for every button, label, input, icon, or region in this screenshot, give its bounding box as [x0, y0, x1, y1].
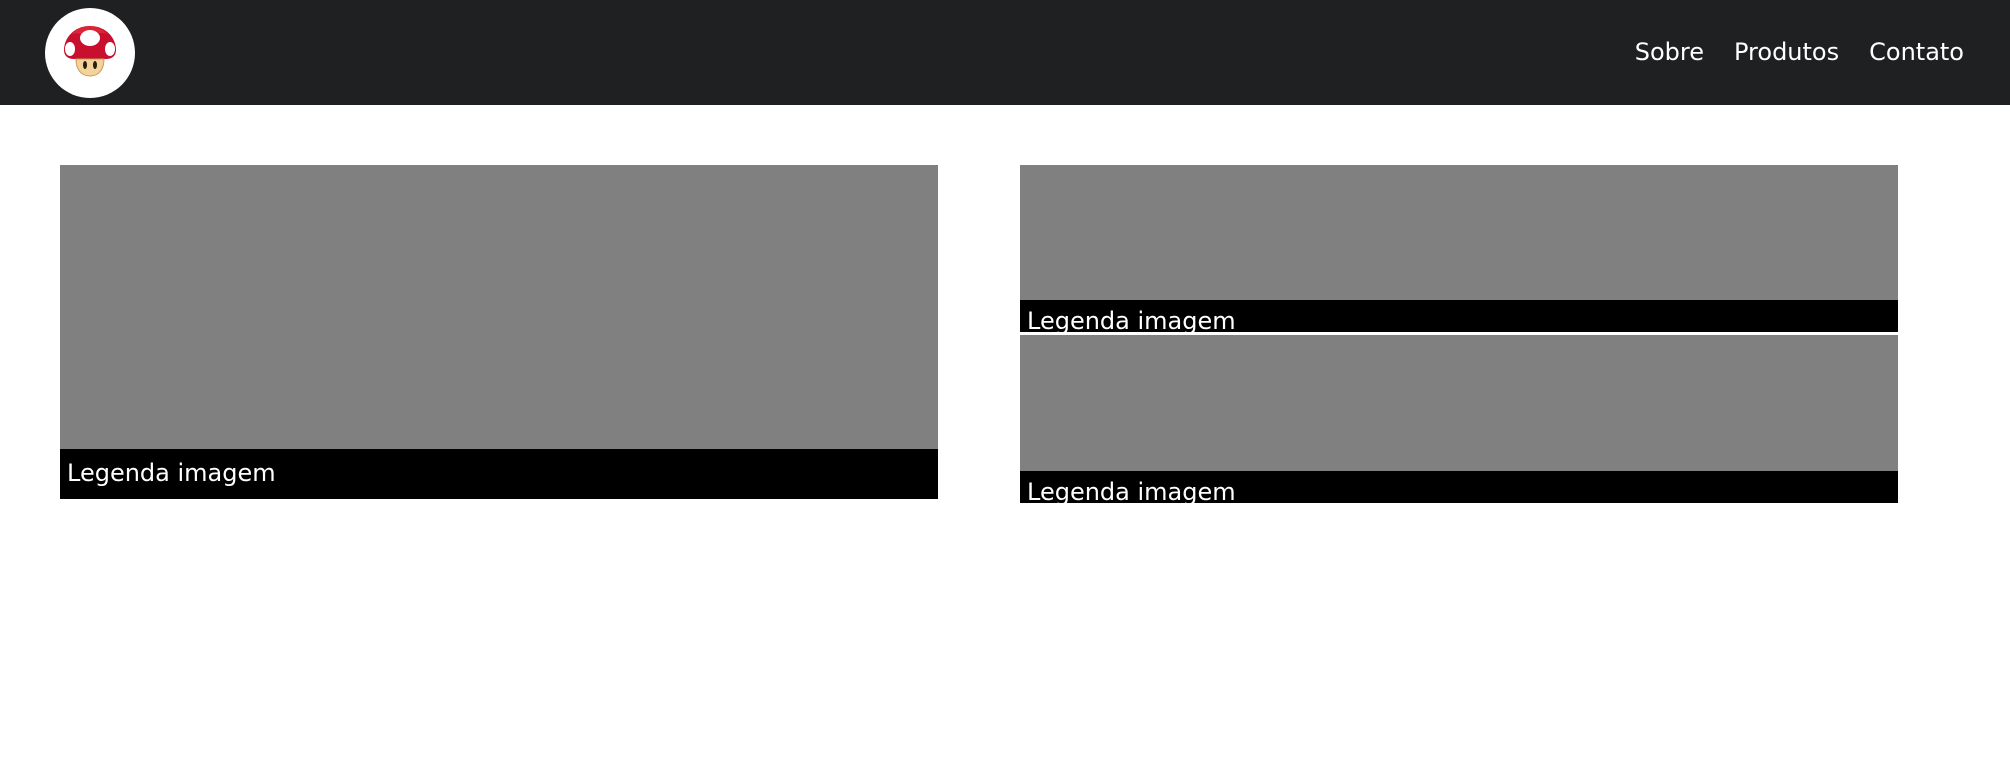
gallery-card-top-right: Legenda imagem: [1020, 165, 1898, 332]
image-caption: Legenda imagem: [1020, 300, 1898, 332]
image-caption: Legenda imagem: [1020, 471, 1898, 503]
mushroom-icon: [64, 26, 116, 77]
gallery-card-large: Legenda imagem: [60, 165, 938, 499]
home-logo-link[interactable]: [45, 8, 135, 98]
nav-link-contato[interactable]: Contato: [1869, 37, 1964, 67]
main-nav: Sobre Produtos Contato: [1635, 37, 1964, 67]
image-caption: Legenda imagem: [60, 449, 938, 499]
navbar: Sobre Produtos Contato: [0, 0, 2010, 105]
nav-link-produtos[interactable]: Produtos: [1734, 37, 1839, 67]
nav-link-sobre[interactable]: Sobre: [1635, 37, 1704, 67]
gallery-card-bottom-right: Legenda imagem: [1020, 335, 1898, 503]
